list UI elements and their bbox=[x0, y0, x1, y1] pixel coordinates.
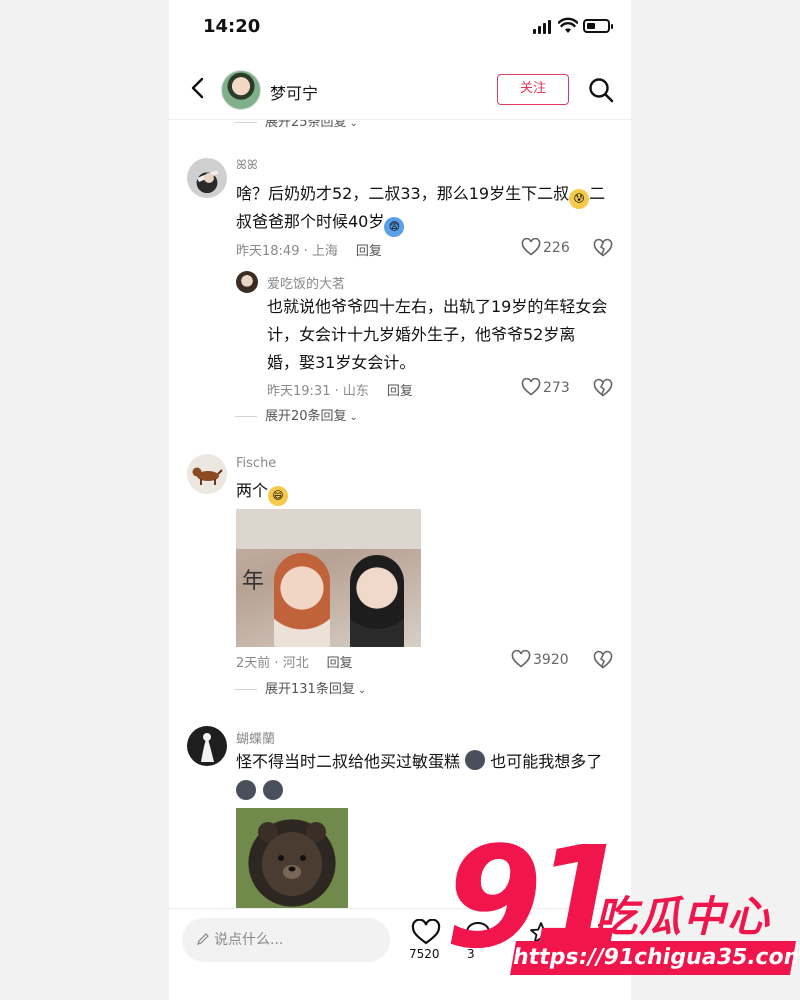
expand-label: 展开131条回复 bbox=[265, 682, 355, 697]
expand-replies[interactable]: 展开131条回复 ⌄ bbox=[235, 681, 366, 699]
like-count: 273 bbox=[543, 380, 570, 396]
signal-icon bbox=[533, 20, 553, 34]
like-count: 3920 bbox=[533, 652, 569, 668]
status-bar: 14:20 bbox=[169, 0, 631, 54]
comment-text: 啥？后奶奶才52，二叔33，那么19岁生下二叔 😰 二 bbox=[236, 180, 616, 209]
status-time: 14:20 bbox=[203, 16, 261, 37]
comment-username[interactable]: 蝴蝶蘭 bbox=[236, 728, 275, 747]
emoji-row bbox=[236, 780, 284, 801]
comment-time: 2天前 · 河北 bbox=[236, 656, 309, 671]
dislike-icon[interactable] bbox=[593, 650, 613, 670]
like-heart-icon[interactable] bbox=[411, 919, 441, 945]
heart-icon bbox=[511, 649, 531, 668]
comment-time: 昨天18:49 · 上海 bbox=[236, 244, 338, 259]
person-right bbox=[350, 555, 404, 647]
reply-button[interactable]: 回复 bbox=[327, 656, 353, 671]
comment-meta: 昨天18:49 · 上海 回复 bbox=[236, 240, 382, 259]
expand-label: 展开25条回复 bbox=[265, 120, 347, 130]
like-count: 226 bbox=[543, 240, 570, 256]
expand-replies-top[interactable]: 展开25条回复 ⌄ bbox=[235, 120, 358, 132]
comment-username[interactable]: ꕤꕤ bbox=[236, 158, 258, 173]
comment-avatar[interactable] bbox=[187, 726, 227, 766]
chevron-down-icon: ⌄ bbox=[357, 685, 367, 696]
comment-avatar[interactable] bbox=[187, 158, 227, 198]
reply-meta: 昨天19:31 · 山东 回复 bbox=[267, 380, 413, 399]
like-button[interactable]: 3920 bbox=[511, 649, 569, 670]
heart-icon bbox=[521, 377, 541, 396]
worried-face-emoji-icon: 😰 bbox=[569, 189, 590, 209]
watermark-url: https://91chigua35.com bbox=[510, 941, 800, 975]
author-name[interactable]: 梦可宁 bbox=[270, 80, 318, 104]
reply-avatar[interactable] bbox=[236, 271, 258, 293]
pencil-icon bbox=[197, 933, 209, 945]
bear-cub-image-icon bbox=[258, 822, 326, 896]
cold-sweat-emoji-icon: 😨 bbox=[384, 217, 405, 237]
dark-face-emoji-icon bbox=[236, 780, 256, 800]
like-button[interactable]: 226 bbox=[521, 237, 570, 258]
input-placeholder: 说点什么... bbox=[214, 932, 284, 948]
heart-icon bbox=[521, 237, 541, 256]
comment-text-line: 怪不得当时二叔给他买过敏蛋糕 bbox=[236, 752, 461, 771]
back-icon[interactable] bbox=[185, 74, 213, 102]
reply-button[interactable]: 回复 bbox=[356, 244, 382, 259]
comment-meta: 2天前 · 河北 回复 bbox=[236, 652, 353, 671]
reply-time: 昨天19:31 · 山东 bbox=[267, 384, 369, 399]
reply-username[interactable]: 爱吃饭的大茗 bbox=[267, 273, 345, 292]
dislike-icon[interactable] bbox=[593, 378, 613, 398]
watermark-logo: 91 吃瓜中心 https://91chigua35.com bbox=[445, 829, 800, 985]
follow-button[interactable]: 关注 bbox=[497, 74, 569, 105]
dark-face-emoji-icon bbox=[263, 780, 284, 800]
comment-image[interactable]: 年 典 答 bbox=[236, 509, 421, 647]
reply-button[interactable]: 回复 bbox=[387, 384, 413, 399]
expand-label: 展开20条回复 bbox=[265, 409, 347, 424]
reply-text-line: 也就说他爷爷四十左右，出轨了19岁的年轻女会 bbox=[267, 297, 608, 316]
comment-image[interactable] bbox=[236, 808, 348, 908]
comment-text-line: 两个 bbox=[236, 481, 269, 500]
comment-text: 怪不得当时二叔给他买过敏蛋糕 也可能我想多了 bbox=[236, 748, 626, 776]
grin-emoji-icon: 😄 bbox=[268, 486, 289, 506]
comment-username[interactable]: Fische bbox=[236, 456, 276, 471]
like-button[interactable]: 273 bbox=[521, 377, 570, 398]
comment-text-line: 啥？后奶奶才52，二叔33，那么19岁生下二叔 bbox=[236, 184, 570, 203]
top-nav: 梦可宁 关注 bbox=[169, 58, 631, 120]
dislike-icon[interactable] bbox=[593, 238, 613, 258]
like-total: 7520 bbox=[409, 947, 440, 961]
avatar-figure-icon bbox=[197, 170, 218, 183]
watermark-title: 吃瓜中心 bbox=[595, 892, 772, 941]
dachshund-icon bbox=[192, 467, 223, 485]
comment-text-line2: 叔爸爸那个时候40岁 😨 bbox=[236, 208, 616, 237]
chevron-down-icon: ⌄ bbox=[349, 120, 358, 129]
wifi-icon bbox=[558, 17, 578, 33]
author-avatar[interactable] bbox=[221, 70, 261, 110]
expand-replies[interactable]: 展开20条回复 ⌄ bbox=[235, 408, 358, 426]
comment-text-line: 叔爸爸那个时候40岁 bbox=[236, 212, 385, 231]
comment-avatar[interactable] bbox=[187, 454, 227, 494]
search-icon[interactable] bbox=[587, 76, 615, 104]
reply-text-line: 婚，娶31岁女会计。 bbox=[267, 353, 416, 372]
comment-list: 展开25条回复 ⌄ ꕤꕤ 啥？后奶奶才52，二叔33，那么19岁生下二叔 😰 二 叔爸… bbox=[169, 120, 631, 908]
battery-icon bbox=[583, 19, 613, 33]
person-left bbox=[274, 553, 330, 647]
comment-text: 两个 😄 bbox=[236, 477, 289, 506]
reply-text-line: 计，女会计十九岁婚外生子，他爷爷52岁离 bbox=[267, 325, 576, 344]
comment-input[interactable]: 说点什么... bbox=[182, 918, 390, 962]
dark-face-emoji-icon bbox=[465, 750, 486, 770]
avatar-figure-icon bbox=[201, 733, 214, 762]
chevron-down-icon: ⌄ bbox=[349, 412, 358, 423]
comment-text-line: 也可能我想多了 bbox=[490, 752, 603, 771]
